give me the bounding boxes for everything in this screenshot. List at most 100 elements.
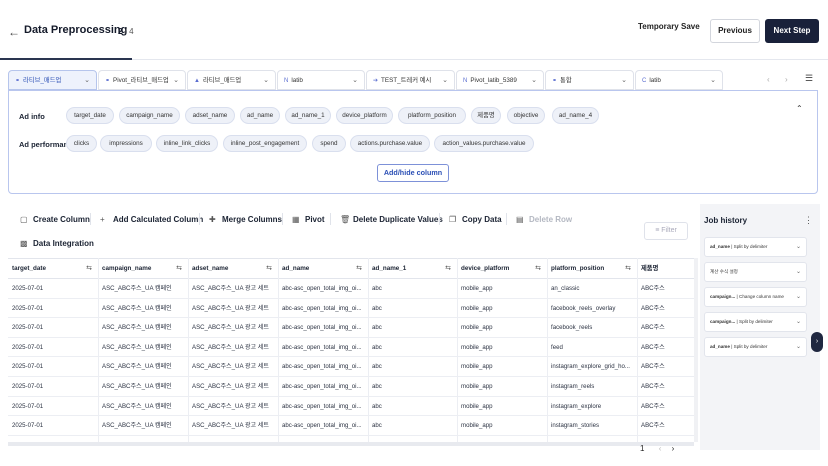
table-cell[interactable]: ASC_ABC주스_UA 캠페인 (98, 357, 188, 376)
column-chip[interactable]: ad_name_1 (285, 107, 331, 124)
table-cell[interactable]: ASC_ABC주스_UA 캠페인 (98, 299, 188, 318)
table-cell[interactable]: 2025-07-01 (8, 279, 98, 298)
table-cell[interactable]: ASC_ABC주스_UA 캠페인 (98, 338, 188, 357)
table-cell[interactable]: abc-asc_open_total_img_oi... (278, 338, 368, 357)
table-cell[interactable]: abc-asc_open_total_img_oi... (278, 318, 368, 337)
tab-dataset[interactable]: Nlatib ⌄ (277, 70, 365, 90)
column-header[interactable]: device_platform ⇆ (457, 259, 547, 279)
table-cell[interactable]: abc-asc_open_total_img_oi... (278, 279, 368, 298)
sort-icon[interactable]: ⇆ (445, 259, 451, 279)
next-step-button[interactable]: Next Step (765, 19, 819, 43)
column-header[interactable]: ad_name ⇆ (278, 259, 368, 279)
table-cell[interactable]: instagram_explore (547, 397, 637, 416)
tab-dataset[interactable]: ▲ 라티브_매드업 ⌄ (187, 70, 276, 90)
chevron-down-icon[interactable]: ⌄ (796, 238, 801, 256)
table-cell[interactable]: ABC주스 (637, 357, 694, 376)
table-cell[interactable]: ASC_ABC주스_UA 캠페인 (98, 416, 188, 435)
table-cell[interactable]: ASC_ABC주스_UA 캠페인 (98, 377, 188, 396)
temporary-save-button[interactable]: Temporary Save (638, 22, 700, 38)
table-cell[interactable]: abc-asc_open_total_img_oi... (278, 397, 368, 416)
sort-icon[interactable]: ⇆ (176, 259, 182, 279)
table-cell[interactable]: ASC_ABC주스_UA 광고 세트 (188, 416, 278, 435)
table-cell[interactable]: ASC_ABC주스_UA 광고 세트 (188, 357, 278, 376)
pivot-button[interactable]: ▦ Pivot (292, 215, 325, 224)
column-chip[interactable]: device_platform (336, 107, 393, 124)
table-row[interactable]: 2025-07-01 ASC_ABC주스_UA 캠페인 ASC_ABC주스_UA 광… (8, 377, 694, 397)
table-cell[interactable]: 2025-07-01 (8, 377, 98, 396)
table-cell[interactable]: ABC주스 (637, 338, 694, 357)
tab-dropdown-icon[interactable]: ⌄ (84, 71, 90, 89)
table-cell[interactable]: ASC_ABC주스_UA 광고 세트 (188, 279, 278, 298)
table-cell[interactable]: mobile_app (457, 299, 547, 318)
sort-icon[interactable]: ⇆ (266, 259, 272, 279)
copy-data-button[interactable]: ❐ Copy Data (449, 215, 502, 224)
column-header[interactable]: platform_position ⇆ (547, 259, 637, 279)
column-chip[interactable]: action_values.purchase.value (434, 135, 534, 152)
table-row[interactable]: 2025-07-01 ASC_ABC주스_UA 캠페인 ASC_ABC주스_UA 광… (8, 416, 694, 436)
add-calculated-column-button[interactable]: + Add Calculated Column (100, 215, 203, 224)
table-cell[interactable]: ASC_ABC주스_UA 광고 세트 (188, 299, 278, 318)
back-arrow-icon[interactable]: ← (8, 25, 20, 39)
tab-dataset[interactable]: Clatib ⌄ (635, 70, 723, 90)
table-cell[interactable]: abc (368, 377, 457, 396)
tab-dataset[interactable]: ⚭ 통합 ⌄ (545, 70, 634, 90)
table-cell[interactable]: mobile_app (457, 279, 547, 298)
tab-dropdown-icon[interactable]: ⌄ (352, 71, 358, 89)
table-cell[interactable]: ABC주스 (637, 377, 694, 396)
table-cell[interactable]: an_classic (547, 279, 637, 298)
delete-row-button[interactable]: ▤ Delete Row (516, 215, 572, 224)
column-chip[interactable]: inline_post_engagement (223, 135, 307, 152)
sort-icon[interactable]: ⇆ (535, 259, 541, 279)
table-cell[interactable]: instagram_explore_grid_ho... (547, 357, 637, 376)
table-row[interactable]: 2025-07-01 ASC_ABC주스_UA 캠페인 ASC_ABC주스_UA 광… (8, 397, 694, 417)
table-row[interactable]: 2025-07-01 ASC_ABC주스_UA 캠페인 ASC_ABC주스_UA 광… (8, 357, 694, 377)
sort-icon[interactable]: ⇆ (625, 259, 631, 279)
table-cell[interactable]: abc (368, 357, 457, 376)
job-history-item[interactable]: ad_name | Split by delimiter ⌄ (704, 337, 807, 357)
current-page[interactable]: 1 (640, 444, 644, 453)
tab-dataset[interactable]: ➔ TEST_트레커 예시 ⌄ (366, 70, 455, 90)
table-cell[interactable]: facebook_reels_overlay (547, 299, 637, 318)
table-cell[interactable]: ASC_ABC주스_UA 광고 세트 (188, 338, 278, 357)
table-cell[interactable]: instagram_stories (547, 416, 637, 435)
table-cell[interactable]: ABC주스 (637, 299, 694, 318)
column-header[interactable]: adset_name ⇆ (188, 259, 278, 279)
table-cell[interactable]: 2025-07-01 (8, 397, 98, 416)
chevron-down-icon[interactable]: ⌄ (796, 313, 801, 331)
column-chip[interactable]: actions.purchase.value (350, 135, 430, 152)
column-chip[interactable]: ad_name_4 (552, 107, 599, 124)
table-cell[interactable]: abc (368, 338, 457, 357)
table-cell[interactable]: mobile_app (457, 357, 547, 376)
sort-icon[interactable]: ⇆ (356, 259, 362, 279)
chevron-down-icon[interactable]: ⌄ (796, 338, 801, 356)
table-cell[interactable]: facebook_reels (547, 318, 637, 337)
table-cell[interactable]: mobile_app (457, 397, 547, 416)
table-cell[interactable]: abc-asc_open_total_img_oi... (278, 416, 368, 435)
tab-dropdown-icon[interactable]: ⌄ (710, 71, 716, 89)
column-chip[interactable]: impressions (100, 135, 152, 152)
table-row[interactable]: 2025-07-01 ASC_ABC주스_UA 캠페인 ASC_ABC주스_UA 광… (8, 299, 694, 319)
column-chip[interactable]: 제품명 (471, 107, 501, 124)
page-prev-icon[interactable]: ‹ (659, 444, 662, 453)
tab-dropdown-icon[interactable]: ⌄ (263, 71, 269, 89)
table-cell[interactable]: ASC_ABC주스_UA 캠페인 (98, 279, 188, 298)
tab-dropdown-icon[interactable]: ⌄ (173, 71, 179, 89)
sort-icon[interactable]: ⇆ (86, 259, 92, 279)
column-chip[interactable]: ad_name (240, 107, 280, 124)
table-row[interactable]: 2025-07-01 ASC_ABC주스_UA 캠페인 ASC_ABC주스_UA 광… (8, 318, 694, 338)
table-row[interactable]: 2025-07-01 ASC_ABC주스_UA 캠페인 ASC_ABC주스_UA 광… (8, 338, 694, 358)
column-chip[interactable]: inline_link_clicks (156, 135, 218, 152)
column-header[interactable]: target_date ⇆ (8, 259, 98, 279)
column-header[interactable]: campaign_name ⇆ (98, 259, 188, 279)
table-cell[interactable]: ABC주스 (637, 416, 694, 435)
add-hide-column-button[interactable]: Add/hide column (377, 164, 449, 182)
table-horizontal-scrollbar[interactable] (8, 442, 694, 446)
table-cell[interactable]: abc (368, 397, 457, 416)
column-header[interactable]: 제품명 (637, 259, 694, 279)
tab-dataset[interactable]: ⚭ 라티브_매드업 ⌄ (8, 70, 97, 90)
job-history-item[interactable]: campaign... | Split by delimiter ⌄ (704, 312, 807, 332)
table-cell[interactable]: ASC_ABC주스_UA 광고 세트 (188, 377, 278, 396)
table-cell[interactable]: abc (368, 318, 457, 337)
expand-panel-handle-icon[interactable]: › (811, 332, 823, 352)
column-chip[interactable]: spend (312, 135, 346, 152)
